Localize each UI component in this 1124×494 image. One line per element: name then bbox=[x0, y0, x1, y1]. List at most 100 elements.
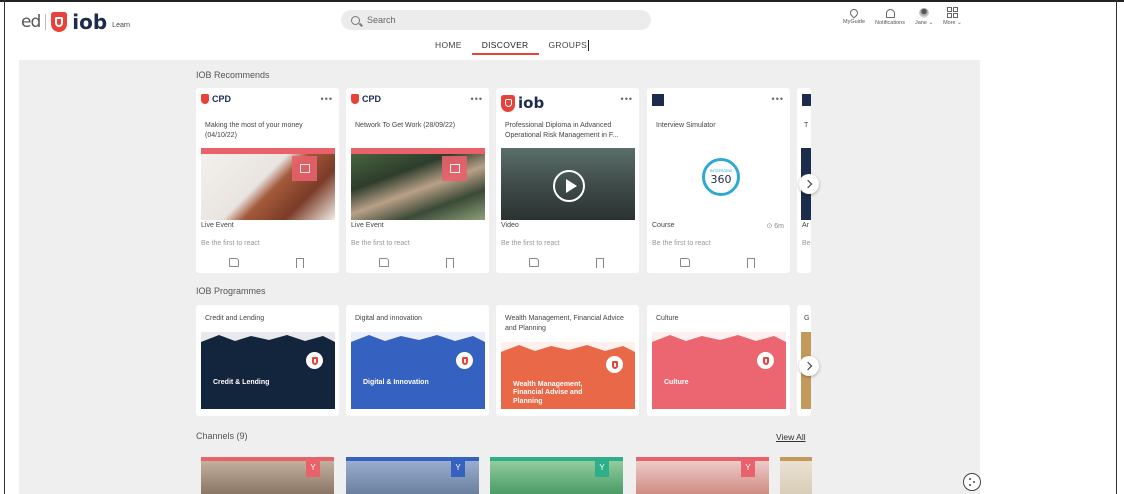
channel-flag-icon: Y bbox=[451, 457, 465, 477]
play-icon[interactable] bbox=[553, 170, 585, 202]
section-title-programmes: IOB Programmes bbox=[196, 286, 266, 296]
myguide-label: MyGuide bbox=[843, 19, 866, 25]
like-icon[interactable] bbox=[680, 258, 690, 267]
card-thumbnail bbox=[501, 148, 635, 220]
programme-card[interactable]: Credit and Lending Credit & Lending bbox=[196, 305, 339, 416]
section-title-channels: Channels (9) bbox=[196, 431, 248, 441]
more-options-icon[interactable]: ••• bbox=[772, 94, 784, 104]
search-input[interactable] bbox=[367, 15, 627, 25]
top-header: ed iob Learn HOME DISCOVER GROUPS MyGuid… bbox=[5, 2, 1116, 60]
channel-flag-icon: Y bbox=[595, 457, 609, 477]
notifications-button[interactable]: Notifications bbox=[875, 7, 905, 26]
main-nav: HOME DISCOVER GROUPS bbox=[425, 40, 599, 55]
card-type: Video bbox=[501, 222, 519, 229]
cpd-label: CPD bbox=[212, 94, 232, 104]
bookmark-icon[interactable] bbox=[446, 258, 454, 268]
ed-logo: ed bbox=[21, 12, 41, 32]
next-arrow-button[interactable] bbox=[799, 174, 819, 194]
bookmark-icon[interactable] bbox=[296, 258, 304, 268]
programme-banner-text: Credit & Lending bbox=[213, 378, 270, 386]
channel-flag-icon: Y bbox=[306, 457, 320, 477]
nav-home[interactable]: HOME bbox=[425, 40, 472, 55]
recommend-card[interactable]: CPD ••• Making the most of your money (0… bbox=[196, 88, 339, 273]
wave-decoration bbox=[201, 332, 335, 342]
channel-card[interactable]: Y bbox=[346, 457, 479, 494]
next-arrow-button[interactable] bbox=[799, 356, 819, 376]
channel-card[interactable]: Y bbox=[201, 457, 334, 494]
nav-discover[interactable]: DISCOVER bbox=[471, 40, 539, 55]
channel-band bbox=[780, 457, 812, 461]
channel-card[interactable]: Y bbox=[636, 457, 769, 494]
programme-title: Wealth Management, Financial Advice and … bbox=[505, 315, 624, 332]
programme-card[interactable]: Culture Culture bbox=[647, 305, 790, 416]
more-label: More ⌄ bbox=[943, 20, 962, 26]
interview-360-icon: INTERVIEW 360 bbox=[702, 158, 740, 196]
recommend-card[interactable]: ••• Interview Simulator INTERVIEW 360 Co… bbox=[647, 88, 790, 273]
learn-wordmark: Learn bbox=[112, 21, 131, 29]
notifications-label: Notifications bbox=[875, 20, 905, 26]
top-actions: MyGuide Notifications Jane ⌄ More ⌄ bbox=[843, 7, 962, 26]
event-badge bbox=[292, 156, 317, 181]
card-type: Live Event bbox=[201, 222, 234, 229]
card-thumbnail bbox=[201, 148, 335, 220]
square-logo-icon bbox=[802, 94, 811, 106]
channel-card[interactable]: Y bbox=[490, 457, 623, 494]
programme-card[interactable]: Digital and innovation Digital & Innovat… bbox=[346, 305, 489, 416]
cpd-logo: CPD bbox=[351, 94, 381, 104]
cpd-label: CPD bbox=[362, 94, 382, 104]
nav-groups[interactable]: GROUPS bbox=[539, 40, 600, 55]
more-options-icon[interactable]: ••• bbox=[621, 94, 633, 104]
card-thumbnail: INTERVIEW 360 bbox=[652, 148, 786, 220]
card-type: Ar bbox=[802, 222, 809, 229]
programme-banner: Culture bbox=[652, 332, 786, 409]
interview360-logo bbox=[652, 94, 664, 106]
card-title: Interview Simulator bbox=[656, 122, 716, 129]
partial-logo bbox=[802, 94, 811, 106]
pin-icon bbox=[848, 7, 860, 19]
programme-banner: Credit & Lending bbox=[201, 332, 335, 409]
programme-banner: Wealth Management, Financial Advise and … bbox=[501, 342, 635, 409]
iob-logo: iob bbox=[501, 94, 544, 112]
programme-banner-text: Wealth Management, Financial Advise and … bbox=[513, 380, 583, 405]
card-react-text: Be the first to react bbox=[501, 240, 560, 247]
myguide-button[interactable]: MyGuide bbox=[843, 7, 865, 26]
search-bar[interactable] bbox=[341, 10, 651, 30]
like-icon[interactable] bbox=[379, 258, 389, 267]
ring-number: 360 bbox=[710, 173, 732, 186]
brand-logo[interactable]: ed iob Learn bbox=[21, 10, 130, 34]
cookie-settings-icon[interactable] bbox=[963, 473, 981, 491]
event-band bbox=[201, 148, 335, 154]
more-options-icon[interactable]: ••• bbox=[471, 94, 483, 104]
recommend-card[interactable]: iob ••• Professional Diploma in Advanced… bbox=[496, 88, 639, 273]
iob-wordmark: iob bbox=[72, 10, 108, 34]
card-react-text: Be bbox=[802, 240, 811, 247]
view-all-link[interactable]: View All bbox=[776, 432, 806, 442]
main-content[interactable]: IOB Recommends CPD ••• Making the most o… bbox=[19, 60, 980, 494]
card-title: T bbox=[804, 122, 809, 129]
card-react-text: Be the first to react bbox=[351, 240, 410, 247]
text-cursor bbox=[588, 40, 590, 52]
iob-shield-icon bbox=[51, 12, 68, 32]
shield-icon bbox=[351, 94, 359, 104]
programme-card[interactable]: Wealth Management, Financial Advice and … bbox=[496, 305, 639, 416]
more-options-icon[interactable]: ••• bbox=[321, 94, 333, 104]
iob-label: iob bbox=[518, 94, 545, 112]
bookmark-icon[interactable] bbox=[596, 258, 604, 268]
channel-flag-icon: Y bbox=[741, 457, 755, 477]
card-thumbnail bbox=[351, 148, 485, 220]
programme-title: G bbox=[804, 315, 810, 322]
recommend-card[interactable]: CPD ••• Network To Get Work (28/09/22) L… bbox=[346, 88, 489, 273]
bookmark-icon[interactable] bbox=[747, 258, 755, 268]
programme-banner-text: Digital & Innovation bbox=[363, 378, 429, 386]
like-icon[interactable] bbox=[229, 258, 239, 267]
channel-card-partial[interactable] bbox=[780, 457, 812, 494]
square-logo-icon bbox=[652, 94, 664, 106]
bell-icon bbox=[885, 9, 895, 18]
iob-badge-icon bbox=[606, 356, 623, 373]
iob-badge-icon bbox=[456, 352, 473, 369]
profile-button[interactable]: Jane ⌄ bbox=[915, 7, 933, 26]
card-react-text: Be the first to react bbox=[201, 240, 260, 247]
like-icon[interactable] bbox=[529, 258, 539, 267]
more-button[interactable]: More ⌄ bbox=[943, 7, 962, 26]
shield-icon bbox=[201, 94, 209, 104]
